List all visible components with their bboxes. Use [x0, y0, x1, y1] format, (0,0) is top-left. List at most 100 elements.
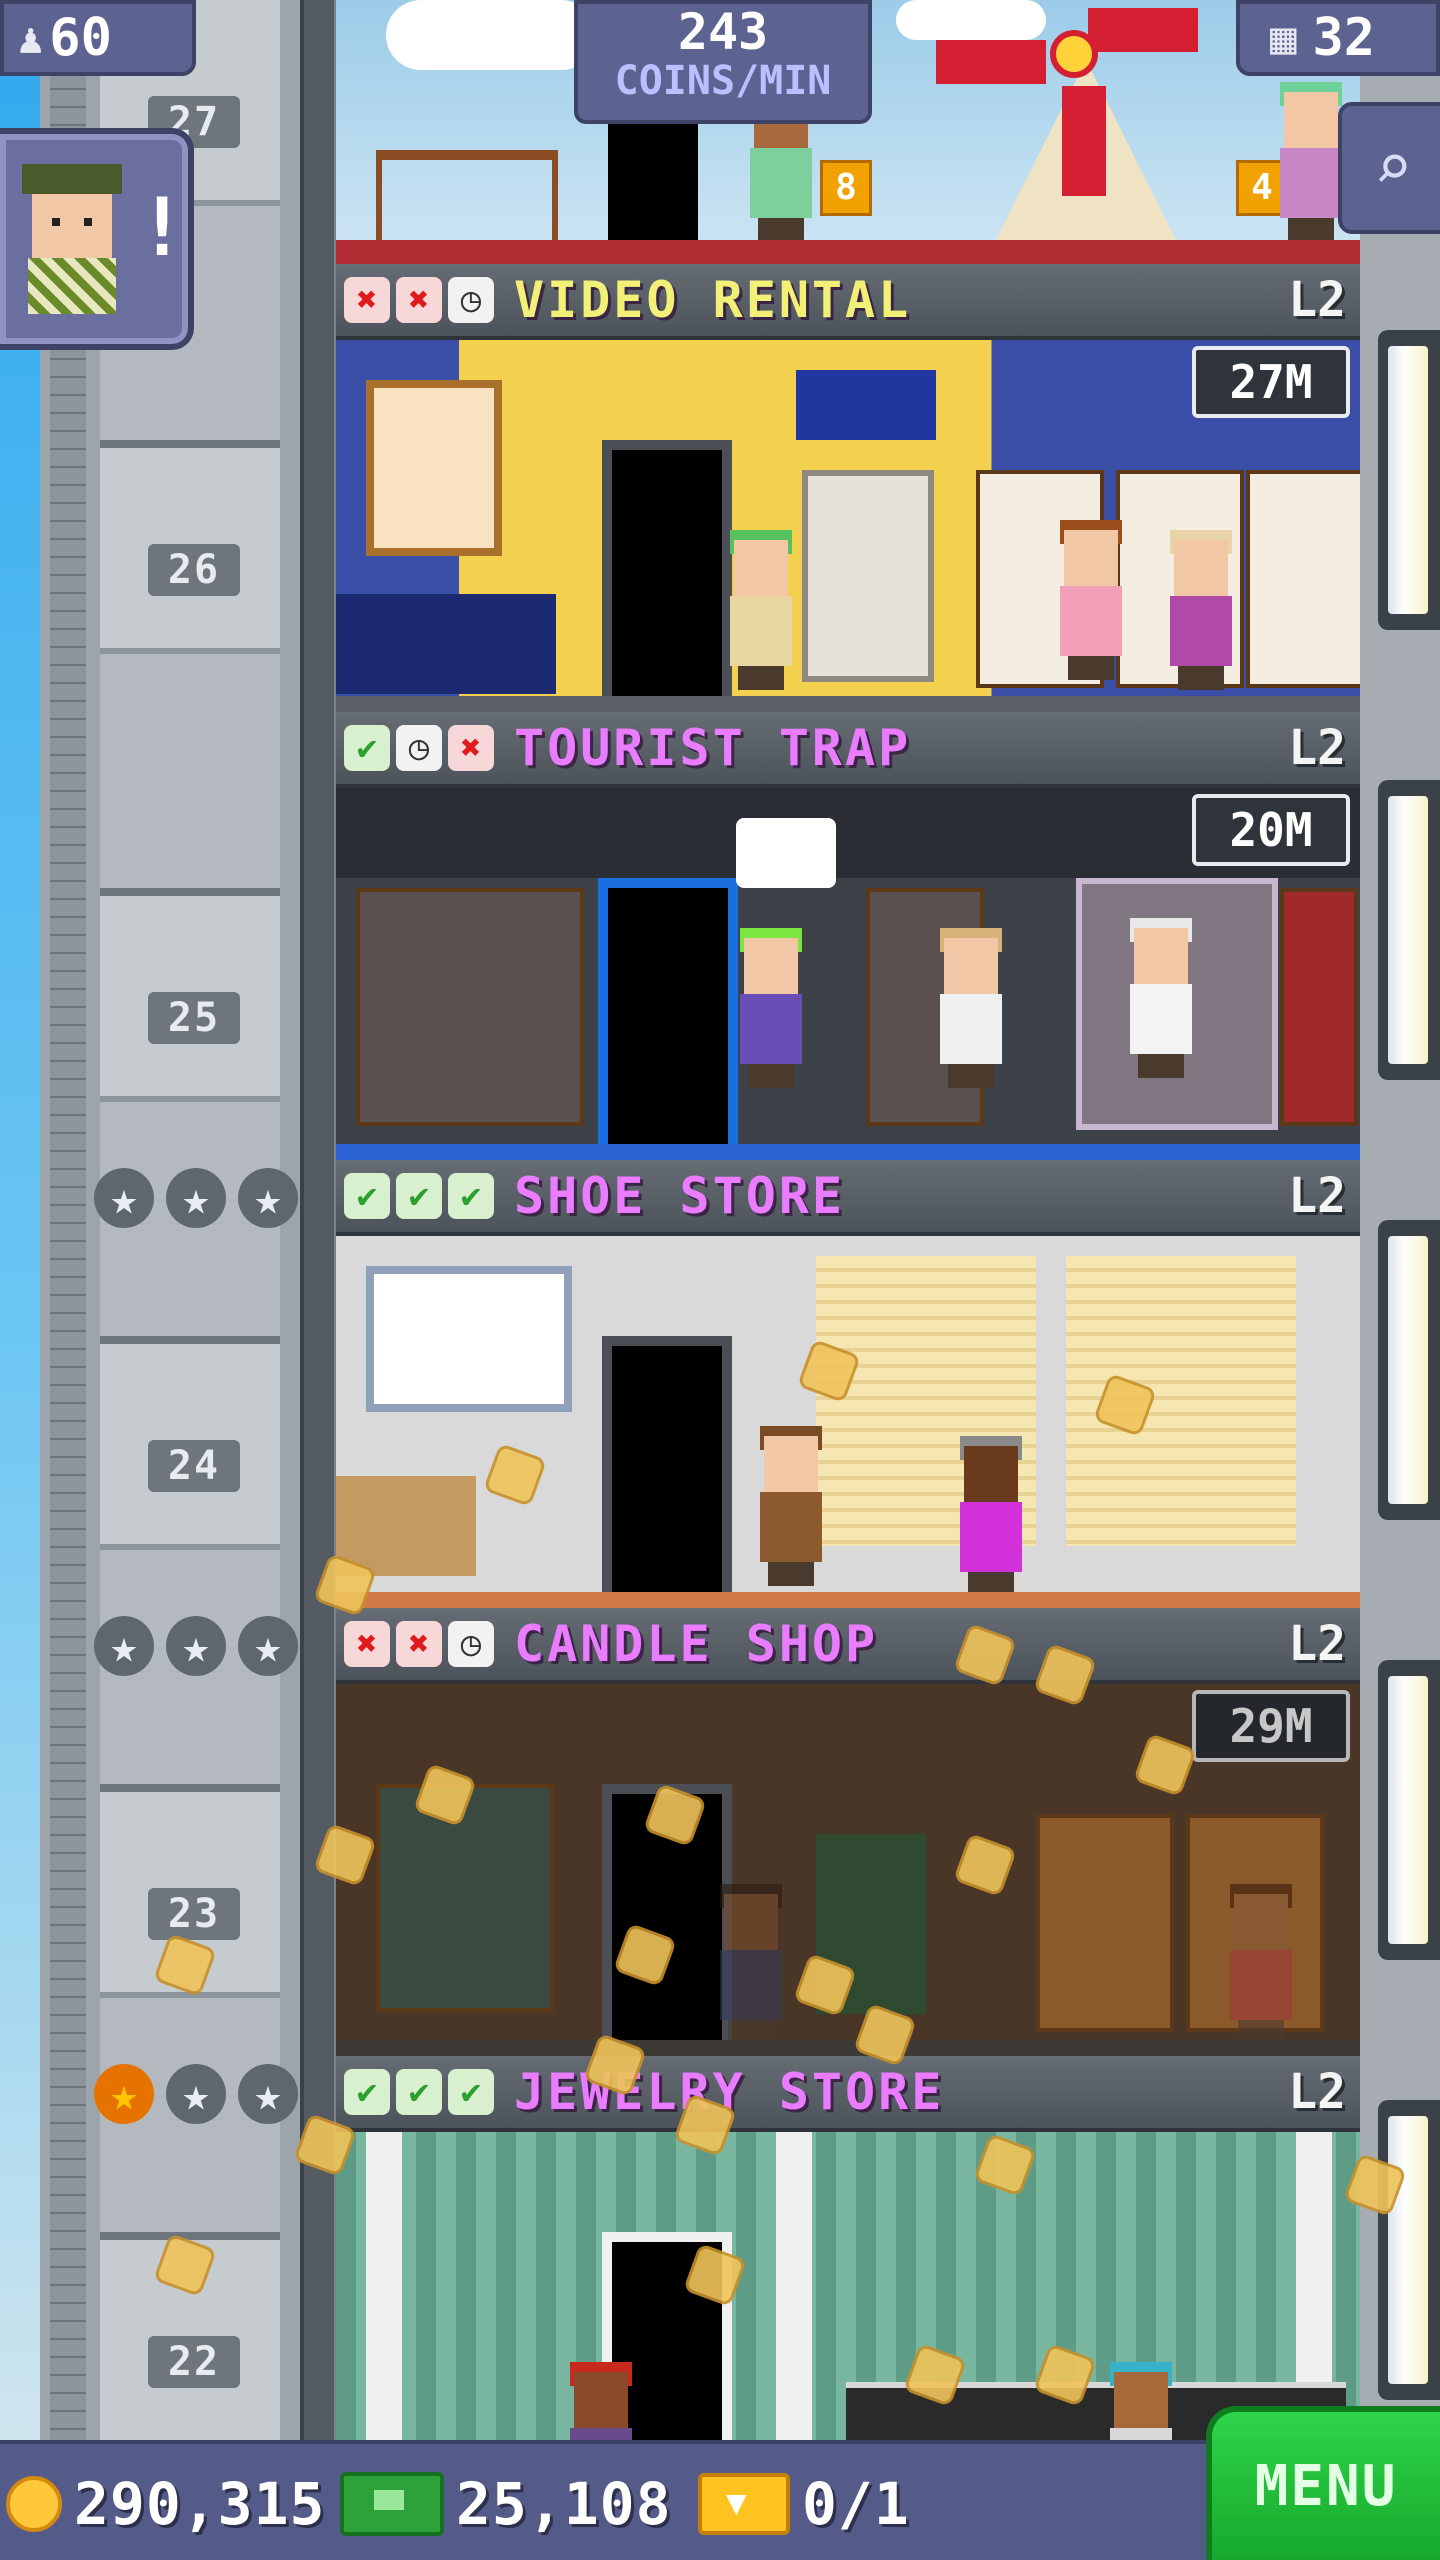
tickets-counter[interactable]: 0/1	[698, 2444, 910, 2560]
search-icon: ⌕	[1373, 131, 1413, 205]
bux-counter[interactable]: 25,108	[340, 2444, 672, 2560]
visitor[interactable]	[726, 530, 796, 690]
coins-per-min-value: 243	[677, 3, 769, 61]
stock-badge: 20M	[1192, 794, 1350, 866]
lobby-door	[608, 120, 698, 240]
population-counter[interactable]: ♟ 60	[0, 0, 196, 76]
coins-per-min-label: COINS/MIN	[614, 58, 832, 104]
check-icon: ✔	[344, 725, 390, 771]
visitor[interactable]	[736, 928, 806, 1088]
menu-button[interactable]: MENU	[1206, 2406, 1440, 2560]
shoe-store-room[interactable]	[336, 1236, 1360, 1608]
mission-character-avatar	[22, 164, 122, 314]
jewelry-store-stars: ★ ★ ★	[94, 2064, 298, 2124]
room-door	[598, 878, 738, 1160]
cloud	[896, 0, 1046, 40]
person-icon: ♟	[18, 13, 44, 63]
visitor[interactable]	[956, 1436, 1026, 1596]
restock-status: ✔ ✔ ✔	[344, 1173, 494, 1219]
visitor[interactable]	[1166, 530, 1236, 690]
mission-button[interactable]: !	[0, 128, 194, 350]
search-button[interactable]: ⌕	[1338, 102, 1440, 234]
coins-value: 290,315	[74, 2470, 326, 2538]
floor-strip	[336, 696, 1360, 712]
room-door	[602, 1336, 732, 1606]
tickets-value: 0/1	[802, 2470, 910, 2538]
bitizen-worker[interactable]	[756, 1426, 826, 1586]
bitizen-worker[interactable]	[1126, 918, 1196, 1078]
cross-icon: ✖	[344, 277, 390, 323]
check-icon: ✔	[396, 1173, 442, 1219]
video-shelf	[1246, 470, 1360, 688]
star-icon: ★	[94, 1168, 154, 1228]
right-window	[1378, 780, 1440, 1080]
floor-header[interactable]: ✖ ✖ ◷ VIDEO RENTAL L2	[336, 264, 1360, 340]
floor-header[interactable]: ✔ ◷ ✖ TOURIST TRAP L2	[336, 712, 1360, 788]
candle-shelf	[1036, 1814, 1174, 2032]
floor-number-23: 23	[148, 1888, 240, 1940]
visitor[interactable]	[936, 928, 1006, 1088]
floor-header[interactable]: ✖ ✖ ◷ CANDLE SHOP L2	[336, 1608, 1360, 1684]
check-icon: ✔	[448, 2069, 494, 2115]
golden-ticket-icon	[698, 2473, 790, 2535]
coins-counter[interactable]: 290,315	[6, 2444, 325, 2560]
alert-icon: !	[138, 181, 187, 274]
souvenir-shelf	[356, 888, 584, 1126]
visitor-floor-sign: 8	[820, 160, 872, 216]
right-window	[1378, 2100, 1440, 2400]
star-icon: ★	[166, 2064, 226, 2124]
floor-name: SHOE STORE	[514, 1167, 846, 1225]
floor-level: L2	[1288, 1168, 1346, 1224]
floor-name: CANDLE SHOP	[514, 1615, 879, 1673]
right-window	[1378, 330, 1440, 630]
floor-header[interactable]: ✔ ✔ ✔ SHOE STORE L2	[336, 1160, 1360, 1236]
poster	[366, 380, 502, 556]
coin-icon	[6, 2476, 62, 2532]
floor-counter[interactable]: ▦ 32	[1236, 0, 1440, 76]
right-window	[1378, 1220, 1440, 1520]
check-icon: ✔	[344, 1173, 390, 1219]
check-icon: ✔	[396, 2069, 442, 2115]
floor-number-26: 26	[148, 544, 240, 596]
souvenir-shelf	[1280, 888, 1358, 1126]
shoe-poster	[366, 1266, 572, 1412]
star-icon: ★	[238, 1616, 298, 1676]
floor-number-24: 24	[148, 1440, 240, 1492]
visitor[interactable]	[1056, 520, 1126, 680]
star-icon: ★	[238, 1168, 298, 1228]
gold-star-icon: ★	[94, 2064, 154, 2124]
tourist-trap-room[interactable]: 20M	[336, 788, 1360, 1160]
windmill-blade	[1088, 8, 1198, 52]
bux-value: 25,108	[456, 2470, 672, 2538]
shoe-store-stars: ★ ★ ★	[94, 1168, 298, 1228]
floor-header[interactable]: ✔ ✔ ✔ JEWELRY STORE L2	[336, 2056, 1360, 2132]
floor-level: L2	[1288, 1616, 1346, 1672]
candle-shop-stars: ★ ★ ★	[94, 1616, 298, 1676]
floor-tourist-trap[interactable]: ✔ ◷ ✖ TOURIST TRAP L2 20M	[336, 712, 1360, 1160]
coins-per-min-panel[interactable]: 243 COINS/MIN	[574, 0, 872, 124]
building-icon: ▦	[1270, 12, 1297, 64]
room-door	[602, 440, 732, 710]
clock-icon: ◷	[448, 1621, 494, 1667]
bitizen-worker[interactable]	[1226, 1884, 1296, 2044]
sky-background	[0, 0, 40, 2440]
right-window	[1378, 1660, 1440, 1960]
candle-shop-room[interactable]: 29M	[336, 1684, 1360, 2056]
stock-badge: 27M	[1192, 346, 1350, 418]
star-icon: ★	[166, 1168, 226, 1228]
cross-icon: ✖	[344, 1621, 390, 1667]
floor-name: VIDEO RENTAL	[514, 271, 912, 329]
floor-strip	[336, 2040, 1360, 2056]
floor-level: L2	[1288, 720, 1346, 776]
floor-video-rental[interactable]: ✖ ✖ ◷ VIDEO RENTAL L2 27M	[336, 264, 1360, 712]
check-icon: ✔	[344, 2069, 390, 2115]
floor-strip	[336, 1144, 1360, 1160]
cross-icon: ✖	[448, 725, 494, 771]
restock-status: ✔ ✔ ✔	[344, 2069, 494, 2115]
windmill-hub	[1050, 30, 1098, 78]
arcade-machine	[802, 470, 934, 682]
video-rental-room[interactable]: 27M	[336, 340, 1360, 712]
visitor[interactable]	[1276, 82, 1346, 242]
ticket-sign	[796, 370, 936, 440]
visitor[interactable]	[716, 1884, 786, 2044]
